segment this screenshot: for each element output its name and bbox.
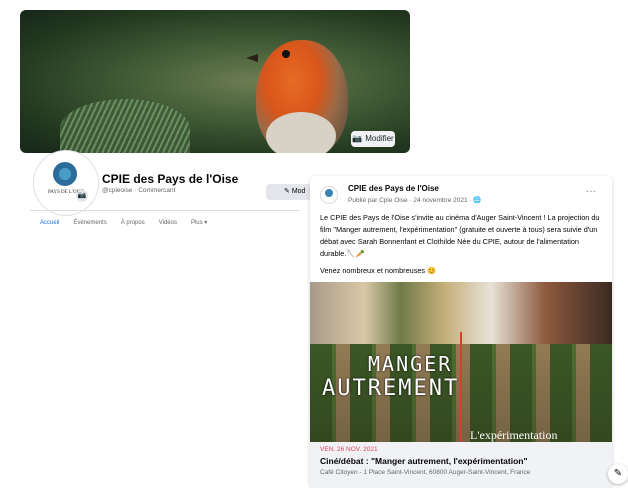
page-tabs: Accueil Évènements À propos Vidéos Plus … [30,210,300,234]
post-paragraph-2: Venez nombreux et nombreuses 😊 [320,266,437,275]
post-card: CPIE des Pays de l'Oise Publié par Cpie … [310,176,612,488]
event-title: Ciné/débat : "Manger autrement, l'expéri… [320,456,528,466]
post-author-name[interactable]: CPIE des Pays de l'Oise [348,184,439,193]
image-title-line1: MANGER [368,352,453,376]
event-place: Café Citoyen - 1 Place Saint-Vincent, 60… [320,469,531,476]
post-paragraph-1: Le CPIE des Pays de l'Oise s'invite au c… [320,213,600,258]
tab-a-propos[interactable]: À propos [121,220,145,226]
edit-page-button[interactable]: ✎ Mod [266,184,314,200]
page-title: CPIE des Pays de l'Oise [102,172,239,186]
event-preview[interactable]: VEN. 26 NOV. 2021 Ciné/débat : "Manger a… [310,442,612,488]
event-date: VEN. 26 NOV. 2021 [320,446,378,453]
edit-icon[interactable]: ✎ [608,464,628,484]
image-title-line2: AUTREMENT [322,376,460,401]
tab-plus[interactable]: Plus ▾ [191,219,207,226]
pencil-icon: ✎ [284,188,292,195]
post-author-avatar[interactable] [320,186,338,204]
image-subtitle: L'expérimentation [470,428,558,442]
image-red-line [460,332,462,442]
pine-branch [60,99,190,153]
modify-cover-button[interactable]: 📷 Modifier [351,131,395,147]
page-avatar[interactable]: PAYS DE L'OISE [34,151,98,215]
post-text: Le CPIE des Pays de l'Oise s'invite au c… [320,212,606,282]
more-options-icon[interactable]: ··· [586,186,596,197]
camera-icon: 📷 [352,134,363,143]
robin-beak [246,54,258,62]
modify-cover-label: Modifier [365,134,394,143]
tab-evenements[interactable]: Évènements [73,220,106,226]
robin-belly [266,112,336,153]
post-meta: Publié par Cpie Oise · 24 novembre 2021 … [348,197,482,204]
edit-page-label: Mod [291,188,306,195]
tab-accueil[interactable]: Accueil [40,220,59,226]
tab-videos[interactable]: Vidéos [159,220,177,226]
robin-eye [282,50,290,58]
avatar-camera-icon[interactable]: 📷 [76,190,88,202]
cpie-logo [53,162,77,186]
page-handle: @cpieoise · Commercant [102,187,176,194]
